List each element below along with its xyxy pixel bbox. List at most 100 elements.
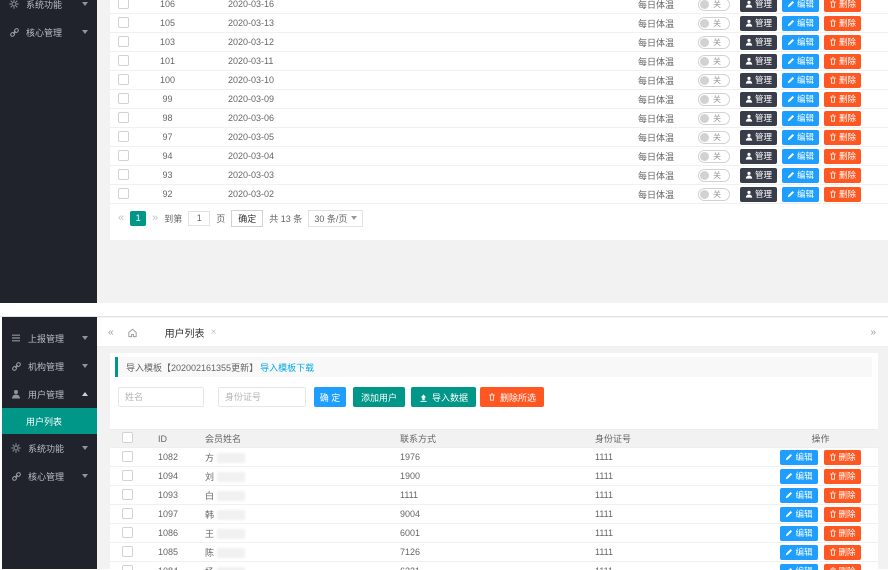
status-toggle[interactable]: 关 — [698, 150, 730, 163]
sidebar-bottom-item[interactable]: 上报管理 — [2, 324, 97, 352]
delete-button[interactable]: 删除 — [824, 450, 861, 465]
delete-button[interactable]: 删除 — [824, 111, 861, 126]
delete-selected-button[interactable]: 删除所选 — [480, 387, 544, 407]
edit-button[interactable]: 编辑 — [782, 0, 819, 12]
row-checkbox[interactable] — [122, 470, 133, 481]
status-toggle[interactable]: 关 — [698, 36, 730, 49]
edit-button[interactable]: 编辑 — [782, 35, 819, 50]
row-checkbox[interactable] — [122, 565, 133, 570]
tab-user-list[interactable]: 用户列表 × — [155, 318, 227, 346]
status-toggle[interactable]: 关 — [698, 131, 730, 144]
name-search-input[interactable] — [118, 387, 204, 407]
status-toggle[interactable]: 关 — [698, 188, 730, 201]
sidebar-top-item[interactable]: 系统功能 — [0, 0, 97, 18]
manage-button[interactable]: 管理 — [740, 0, 777, 12]
edit-button[interactable]: 编辑 — [780, 564, 817, 570]
manage-button[interactable]: 管理 — [740, 16, 777, 31]
pagination-confirm-button[interactable]: 确定 — [231, 210, 263, 227]
delete-button[interactable]: 删除 — [824, 564, 861, 570]
page-size-select[interactable]: 30 条/页 — [308, 210, 363, 227]
manage-button[interactable]: 管理 — [740, 92, 777, 107]
import-data-button[interactable]: 导入数据 — [411, 387, 476, 407]
manage-button[interactable]: 管理 — [740, 149, 777, 164]
home-icon[interactable] — [127, 327, 138, 338]
status-toggle[interactable]: 关 — [698, 17, 730, 30]
sidebar-top-item[interactable]: 核心管理 — [0, 18, 97, 46]
sidebar-bottom-item[interactable]: 核心管理 — [2, 462, 97, 490]
row-checkbox[interactable] — [118, 0, 129, 9]
manage-button[interactable]: 管理 — [740, 187, 777, 202]
edit-button[interactable]: 编辑 — [782, 92, 819, 107]
collapse-sidebar-icon[interactable]: « — [108, 327, 114, 338]
edit-button[interactable]: 编辑 — [780, 450, 817, 465]
manage-button[interactable]: 管理 — [740, 130, 777, 145]
edit-button[interactable]: 编辑 — [782, 54, 819, 69]
row-checkbox[interactable] — [118, 36, 129, 47]
status-toggle[interactable]: 关 — [698, 74, 730, 87]
status-toggle[interactable]: 关 — [698, 93, 730, 106]
row-checkbox[interactable] — [122, 451, 133, 462]
sidebar-bottom-active-item[interactable]: 用户列表 — [2, 408, 97, 434]
delete-button[interactable]: 删除 — [824, 488, 861, 503]
delete-button[interactable]: 删除 — [824, 168, 861, 183]
search-confirm-button[interactable]: 确 定 — [314, 387, 346, 407]
edit-button[interactable]: 编辑 — [782, 16, 819, 31]
expand-tabs-icon[interactable]: » — [870, 327, 876, 338]
row-checkbox[interactable] — [118, 17, 129, 28]
delete-button[interactable]: 删除 — [824, 545, 861, 560]
delete-button[interactable]: 删除 — [824, 130, 861, 145]
edit-button[interactable]: 编辑 — [782, 187, 819, 202]
row-checkbox[interactable] — [122, 508, 133, 519]
delete-button[interactable]: 删除 — [824, 54, 861, 69]
delete-button[interactable]: 删除 — [824, 526, 861, 541]
pagination-next[interactable]: » — [152, 212, 158, 224]
edit-button[interactable]: 编辑 — [782, 73, 819, 88]
manage-button[interactable]: 管理 — [740, 168, 777, 183]
row-checkbox[interactable] — [122, 527, 133, 538]
edit-button[interactable]: 编辑 — [780, 545, 817, 560]
add-user-button[interactable]: 添加用户 — [353, 387, 405, 407]
delete-button[interactable]: 删除 — [824, 92, 861, 107]
close-icon[interactable]: × — [211, 327, 217, 338]
delete-button[interactable]: 删除 — [824, 0, 861, 12]
edit-button[interactable]: 编辑 — [782, 111, 819, 126]
manage-button[interactable]: 管理 — [740, 54, 777, 69]
manage-button[interactable]: 管理 — [740, 111, 777, 126]
row-checkbox[interactable] — [118, 150, 129, 161]
delete-button[interactable]: 删除 — [824, 469, 861, 484]
row-checkbox[interactable] — [118, 55, 129, 66]
edit-button[interactable]: 编辑 — [782, 168, 819, 183]
delete-button[interactable]: 删除 — [824, 507, 861, 522]
sidebar-bottom-item[interactable]: 用户管理 — [2, 380, 97, 408]
edit-button[interactable]: 编辑 — [780, 469, 817, 484]
status-toggle[interactable]: 关 — [698, 169, 730, 182]
row-checkbox[interactable] — [118, 131, 129, 142]
pagination-jump-input[interactable] — [188, 211, 210, 226]
status-toggle[interactable]: 关 — [698, 55, 730, 68]
delete-button[interactable]: 删除 — [824, 149, 861, 164]
pagination-current-page[interactable]: 1 — [130, 211, 146, 226]
status-toggle[interactable]: 关 — [698, 0, 730, 11]
edit-button[interactable]: 编辑 — [780, 488, 817, 503]
status-toggle[interactable]: 关 — [698, 112, 730, 125]
edit-button[interactable]: 编辑 — [782, 130, 819, 145]
delete-button[interactable]: 删除 — [824, 73, 861, 88]
manage-button[interactable]: 管理 — [740, 35, 777, 50]
delete-button[interactable]: 删除 — [824, 16, 861, 31]
row-checkbox[interactable] — [118, 169, 129, 180]
row-checkbox[interactable] — [118, 74, 129, 85]
manage-button[interactable]: 管理 — [740, 73, 777, 88]
sidebar-bottom-item[interactable]: 机构管理 — [2, 352, 97, 380]
row-checkbox[interactable] — [118, 112, 129, 123]
edit-button[interactable]: 编辑 — [780, 526, 817, 541]
row-checkbox[interactable] — [118, 93, 129, 104]
delete-button[interactable]: 删除 — [824, 35, 861, 50]
edit-button[interactable]: 编辑 — [782, 149, 819, 164]
edit-button[interactable]: 编辑 — [780, 507, 817, 522]
delete-button[interactable]: 删除 — [824, 187, 861, 202]
row-checkbox[interactable] — [122, 546, 133, 557]
pagination-prev[interactable]: « — [118, 212, 124, 224]
sidebar-bottom-item[interactable]: 系统功能 — [2, 434, 97, 462]
row-checkbox[interactable] — [118, 188, 129, 199]
idcard-search-input[interactable] — [218, 387, 306, 407]
